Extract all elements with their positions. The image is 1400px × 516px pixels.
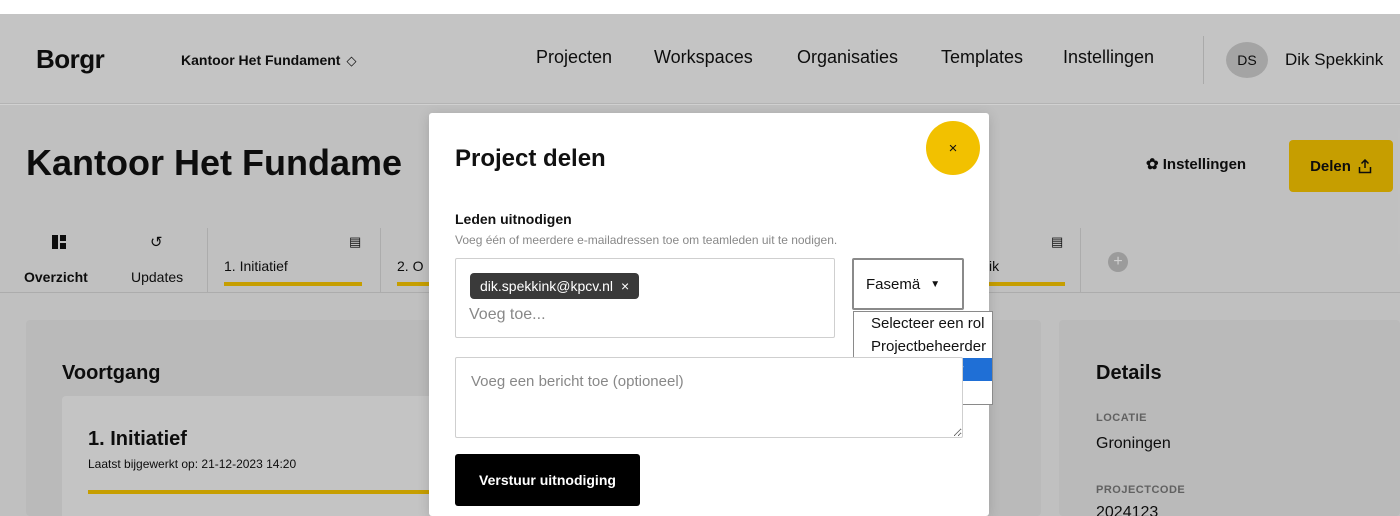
message-textarea[interactable] (455, 357, 963, 438)
share-project-modal: Project delen × Leden uitnodigen Voeg éé… (429, 113, 993, 516)
email-field[interactable]: dik.spekkink@kpcv.nl × (455, 258, 835, 338)
invite-help-text: Voeg één of meerdere e-mailadressen toe … (455, 233, 838, 247)
modal-title: Project delen (455, 145, 606, 172)
remove-chip-icon[interactable]: × (621, 278, 629, 294)
role-select-value: Fasemä (866, 275, 921, 293)
email-chip-label: dik.spekkink@kpcv.nl (480, 278, 613, 294)
close-button[interactable]: × (926, 121, 980, 175)
invite-section-title: Leden uitnodigen (455, 211, 572, 227)
send-invitation-label: Verstuur uitnodiging (479, 472, 616, 488)
role-option-projectbeheerder[interactable]: Projectbeheerder (854, 335, 992, 358)
role-select[interactable]: Fasemä ▼ (852, 258, 964, 310)
send-invitation-button[interactable]: Verstuur uitnodiging (455, 454, 640, 506)
close-icon: × (948, 139, 958, 157)
email-input[interactable] (469, 303, 769, 327)
email-chip: dik.spekkink@kpcv.nl × (470, 273, 640, 299)
caret-down-icon: ▼ (930, 278, 941, 290)
role-option-select[interactable]: Selecteer een rol (854, 312, 992, 335)
